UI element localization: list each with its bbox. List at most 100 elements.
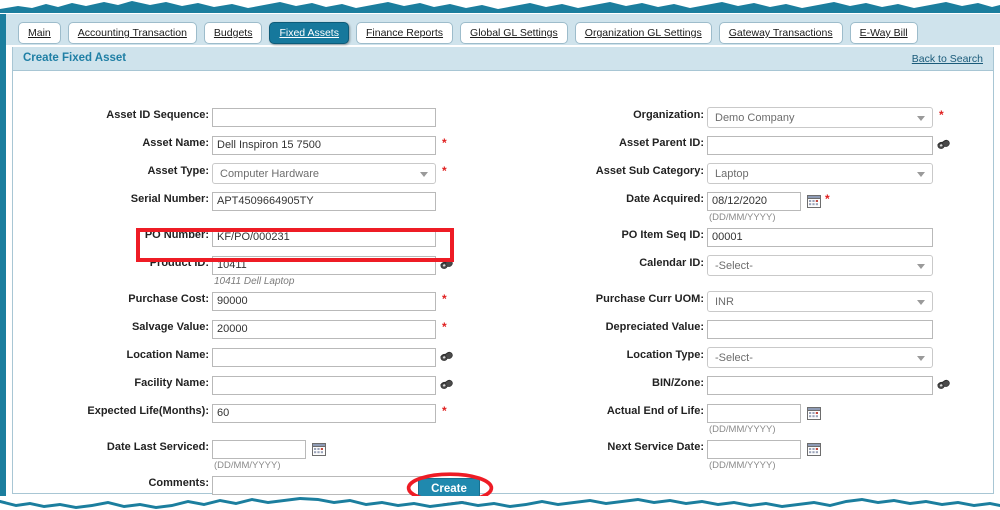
required-marker-date-acquired: * (825, 192, 830, 206)
calendar-icon[interactable] (807, 443, 821, 456)
required-marker-asset-type: * (442, 164, 447, 178)
input-date-acquired[interactable] (707, 191, 801, 211)
hint-date-acquired: (DD/MM/YYYY) (709, 212, 776, 223)
label-calendar-id: Calendar ID: (639, 257, 704, 269)
chevron-down-icon (917, 115, 925, 121)
input-salvage-value[interactable] (212, 319, 436, 339)
label-po-number: PO Number: (144, 229, 209, 241)
form-row-next-service-date: Next Service Date: (DD/MM/YYYY) (503, 439, 995, 471)
input-date-last-serviced[interactable] (212, 439, 306, 459)
calendar-icon[interactable] (807, 195, 821, 208)
label-next-service-date: Next Service Date: (607, 441, 704, 453)
lookup-icon[interactable] (936, 138, 951, 152)
tab-strip: Main Accounting Transaction Budgets Fixed A… (6, 9, 1000, 45)
input-po-item-seq-id[interactable] (707, 227, 933, 247)
input-expected-life-months[interactable] (212, 403, 436, 423)
form-row-date-last-serviced: Date Last Serviced: (DD/MM/YYYY) (13, 439, 503, 471)
label-product-id: Product ID: (149, 257, 209, 269)
form-row-asset-type: Asset Type: Computer Hardware * (13, 163, 503, 189)
tab-finance-reports[interactable]: Finance Reports (355, 22, 454, 44)
label-date-last-serviced: Date Last Serviced: (106, 441, 209, 453)
calendar-icon[interactable] (807, 407, 821, 420)
select-value-asset-sub-category: Laptop (715, 167, 749, 180)
label-purchase-curr-uom: Purchase Curr UOM: (595, 293, 704, 305)
input-depreciated-value[interactable] (707, 319, 933, 339)
tab-budgets[interactable]: Budgets (203, 22, 263, 44)
form-row-serial-number: Serial Number: (13, 191, 503, 217)
tab-fixed-assets[interactable]: Fixed Assets (269, 22, 349, 44)
label-location-name: Location Name: (126, 349, 209, 361)
select-asset-sub-category[interactable]: Laptop (707, 163, 933, 184)
input-serial-number[interactable] (212, 191, 436, 211)
page-title: Create Fixed Asset (23, 52, 127, 64)
form-row-depreciated-value: Depreciated Value: (503, 319, 995, 345)
input-product-id[interactable] (212, 255, 436, 275)
form-row-po-item-seq-id: PO Item Seq ID: (503, 227, 995, 253)
label-salvage-value: Salvage Value: (131, 321, 209, 333)
label-depreciated-value: Depreciated Value: (605, 321, 704, 333)
tab-global-gl-settings[interactable]: Global GL Settings (460, 22, 568, 44)
select-location-type[interactable]: -Select- (707, 347, 933, 368)
input-asset-parent-id[interactable] (707, 135, 933, 155)
input-comments[interactable] (212, 475, 427, 495)
form-row-asset-sub-category: Asset Sub Category: Laptop (503, 163, 995, 189)
hint-next-service-date: (DD/MM/YYYY) (709, 460, 776, 471)
torn-edge-bottom (0, 496, 1000, 509)
back-to-search-link[interactable]: Back to Search (912, 53, 983, 65)
torn-edge-top (0, 1, 1000, 14)
lookup-icon[interactable] (439, 258, 454, 272)
label-serial-number: Serial Number: (130, 193, 209, 205)
input-bin-zone[interactable] (707, 375, 933, 395)
select-calendar-id[interactable]: -Select- (707, 255, 933, 276)
lookup-icon[interactable] (439, 378, 454, 392)
form-row-actual-end-of-life: Actual End of Life: (DD/MM/YYYY) (503, 403, 995, 435)
select-value-organization: Demo Company (715, 111, 795, 124)
form-row-po-number: PO Number: (13, 227, 503, 253)
input-po-number[interactable] (212, 227, 436, 247)
input-asset-name[interactable] (212, 135, 436, 155)
form-row-expected-life-months: Expected Life(Months): * (13, 403, 503, 429)
select-value-purchase-curr-uom: INR (715, 295, 734, 308)
lookup-icon[interactable] (936, 378, 951, 392)
tab-list: Main Accounting Transaction Budgets Fixed A… (18, 22, 918, 44)
tab-gateway-transactions[interactable]: Gateway Transactions (718, 22, 843, 44)
select-organization[interactable]: Demo Company (707, 107, 933, 128)
form-row-asset-parent-id: Asset Parent ID: (503, 135, 995, 161)
form-row-location-type: Location Type: -Select- (503, 347, 995, 373)
fixed-asset-form: Asset ID Sequence:Asset Name:*Asset Type… (13, 71, 995, 495)
tab-main[interactable]: Main (18, 22, 61, 44)
label-asset-type: Asset Type: (147, 165, 209, 177)
input-facility-name[interactable] (212, 375, 436, 395)
form-row-asset-id-sequence: Asset ID Sequence: (13, 107, 503, 133)
calendar-icon[interactable] (312, 443, 326, 456)
label-purchase-cost: Purchase Cost: (128, 293, 209, 305)
select-value-asset-type: Computer Hardware (220, 167, 320, 180)
label-asset-sub-category: Asset Sub Category: (595, 165, 704, 177)
input-actual-end-of-life[interactable] (707, 403, 801, 423)
label-facility-name: Facility Name: (134, 377, 209, 389)
select-purchase-curr-uom[interactable]: INR (707, 291, 933, 312)
input-purchase-cost[interactable] (212, 291, 436, 311)
form-row-purchase-cost: Purchase Cost: * (13, 291, 503, 317)
select-asset-type[interactable]: Computer Hardware (212, 163, 436, 184)
tab-e-way-bill[interactable]: E-Way Bill (849, 22, 918, 44)
tab-accounting-transaction[interactable]: Accounting Transaction (67, 22, 197, 44)
lookup-icon[interactable] (439, 350, 454, 364)
input-next-service-date[interactable] (707, 439, 801, 459)
label-actual-end-of-life: Actual End of Life: (606, 405, 704, 417)
form-row-bin-zone: BIN/Zone: (503, 375, 995, 401)
input-location-name[interactable] (212, 347, 436, 367)
form-row-product-id: Product ID: 10411 Dell Laptop (13, 255, 503, 287)
label-asset-parent-id: Asset Parent ID: (619, 137, 704, 149)
tab-organization-gl-settings[interactable]: Organization GL Settings (574, 22, 712, 44)
panel-header: Create Fixed Asset Back to Search (13, 47, 993, 71)
form-row-salvage-value: Salvage Value: * (13, 319, 503, 345)
label-bin-zone: BIN/Zone: (652, 377, 704, 389)
chevron-down-icon (420, 171, 428, 177)
input-asset-id-sequence[interactable] (212, 107, 436, 127)
chevron-down-icon (917, 299, 925, 305)
left-accent-bar (0, 9, 6, 503)
label-asset-name: Asset Name: (142, 137, 209, 149)
form-row-organization: Organization: Demo Company * (503, 107, 995, 133)
form-row-location-name: Location Name: (13, 347, 503, 373)
